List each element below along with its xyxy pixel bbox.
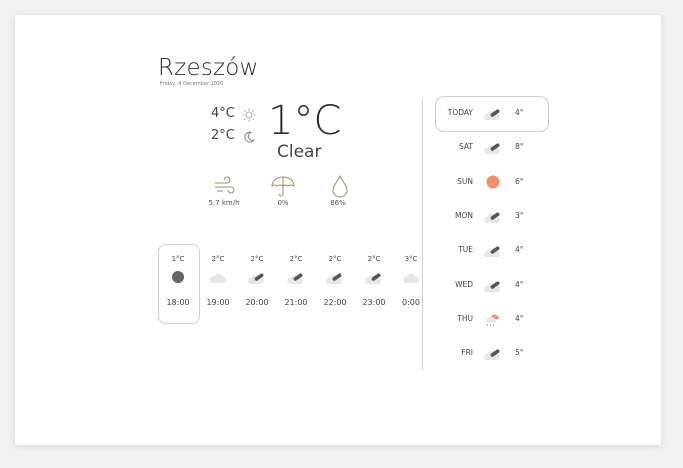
hourly-time: 22:00 — [323, 298, 347, 307]
cloud-moon-icon — [287, 273, 303, 284]
hourly-time: 20:00 — [245, 298, 269, 307]
hourly-item[interactable]: 2°C 20:00 — [237, 254, 277, 307]
daily-item[interactable]: SAT 8° — [435, 132, 547, 162]
cloud-moon-icon — [484, 143, 500, 155]
current-date: Friday, 4 December 2020 — [160, 81, 224, 87]
hourly-temp: 2°C — [250, 255, 264, 263]
hourly-temp: 2°C — [289, 255, 303, 263]
daily-item[interactable]: FRI 5° — [435, 338, 547, 368]
weather-card — [15, 15, 661, 445]
hourly-time: 21:00 — [284, 298, 308, 307]
hourly-item[interactable]: 2°C 23:00 — [354, 254, 394, 307]
hourly-time: 23:00 — [362, 298, 386, 307]
humidity-drop-icon — [332, 174, 348, 198]
daily-item[interactable]: THU 4° — [435, 304, 547, 334]
umbrella-icon — [271, 176, 295, 197]
day-temp: 4° — [515, 108, 524, 117]
hourly-temp: 1°C — [171, 255, 185, 263]
cloud-moon-icon — [484, 246, 500, 258]
day-name: SUN — [457, 176, 473, 186]
daily-item[interactable]: TUE 4° — [435, 235, 547, 265]
divider — [422, 98, 423, 370]
hourly-temp: 2°C — [328, 255, 342, 263]
daily-item[interactable]: TODAY 4° — [435, 98, 547, 128]
day-temp: 8° — [515, 142, 524, 152]
high-temp: 4°C — [211, 106, 235, 121]
current-temp: 1°C — [268, 98, 342, 144]
cloud-moon-icon — [484, 212, 500, 223]
moon-outline-icon — [244, 131, 256, 143]
cloud-icon — [403, 273, 419, 283]
day-temp: 6° — [515, 176, 524, 186]
daily-item[interactable]: SUN 6° — [435, 167, 547, 197]
sun-outline-icon — [242, 108, 256, 122]
cloud-moon-icon — [484, 349, 500, 361]
day-temp: 5° — [515, 348, 524, 358]
hourly-temp: 3°C — [404, 255, 418, 263]
moon-filled-icon — [172, 271, 184, 283]
hourly-item[interactable]: 3°C 0:00 — [391, 254, 431, 307]
hourly-item[interactable]: 1°C 18:00 — [158, 254, 198, 307]
rain-sun-icon — [486, 314, 499, 327]
cloud-icon — [210, 273, 226, 283]
day-temp: 4° — [515, 279, 524, 289]
hourly-item[interactable]: 2°C 19:00 — [198, 254, 238, 307]
daily-item[interactable]: MON 3° — [435, 201, 547, 231]
cloud-moon-icon — [248, 273, 264, 284]
hourly-item[interactable]: 2°C 22:00 — [315, 254, 355, 307]
day-name: TUE — [458, 245, 473, 255]
current-condition: Clear — [277, 142, 322, 162]
city-name: Rzeszów — [158, 55, 259, 81]
day-name: SAT — [458, 142, 473, 152]
humidity: 86% — [330, 199, 346, 207]
day-name: FRI — [461, 348, 473, 358]
daily-item[interactable]: WED 4° — [435, 270, 547, 300]
cloud-moon-icon — [484, 280, 500, 292]
wind-icon — [215, 176, 235, 194]
hourly-time: 19:00 — [206, 298, 230, 307]
low-temp: 2°C — [211, 128, 235, 143]
day-name: TODAY — [447, 108, 473, 117]
day-temp: 3° — [515, 210, 524, 220]
day-temp: 4° — [515, 245, 524, 255]
hourly-item[interactable]: 2°C 21:00 — [276, 254, 316, 307]
hourly-time: 0:00 — [402, 298, 420, 307]
precipitation: 0% — [277, 199, 289, 207]
hourly-temp: 2°C — [211, 255, 225, 263]
hourly-time: 18:00 — [166, 298, 190, 307]
wind-speed: 5.7 km/h — [208, 199, 240, 207]
hourly-temp: 2°C — [367, 255, 381, 263]
day-temp: 4° — [515, 313, 524, 323]
day-name: THU — [457, 313, 473, 323]
cloud-moon-icon — [365, 273, 381, 284]
day-name: WED — [455, 279, 473, 289]
cloud-moon-icon — [326, 273, 342, 284]
day-name: MON — [455, 210, 473, 220]
cloud-moon-icon — [484, 109, 500, 120]
sun-icon — [486, 175, 500, 189]
